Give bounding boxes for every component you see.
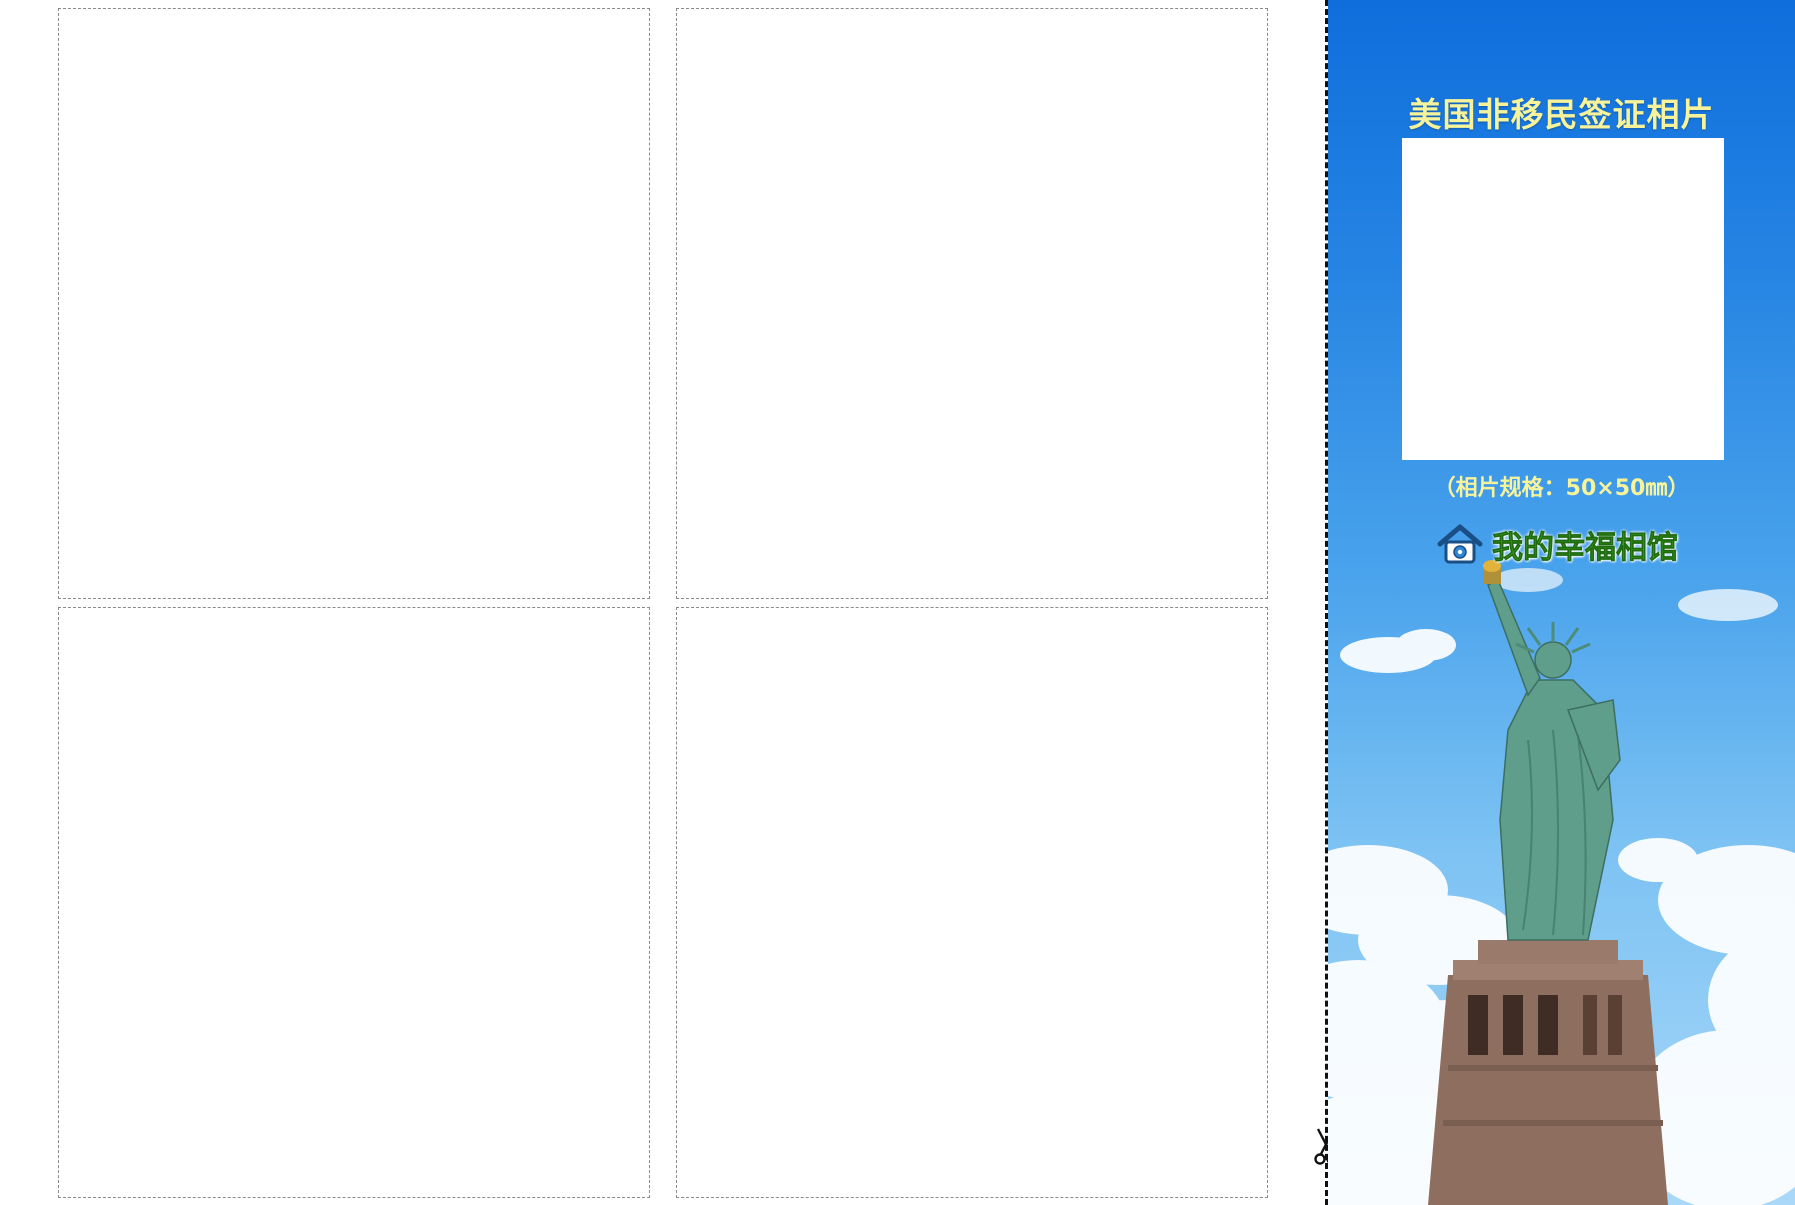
statue-of-liberty-image	[1328, 560, 1795, 1205]
visa-info-panel: 美国非移民签证相片 （相片规格：50×50㎜） 我的幸福相馆	[1328, 0, 1795, 1205]
photo-print-sheet: 美国非移民签证相片 （相片规格：50×50㎜） 我的幸福相馆	[0, 0, 1795, 1205]
studio-brand: 我的幸福相馆	[1436, 516, 1678, 572]
photo-slot-4[interactable]	[676, 607, 1268, 1198]
photo-slot-1[interactable]	[58, 8, 650, 599]
photo-slot-2[interactable]	[676, 8, 1268, 599]
house-icon	[1437, 524, 1483, 564]
visa-photo-frame[interactable]	[1402, 138, 1724, 460]
photo-spec-text: （相片规格：50×50㎜）	[1433, 476, 1690, 501]
brand-name: 我的幸福相馆	[1492, 529, 1679, 566]
panel-title: 美国非移民签证相片	[1408, 95, 1715, 134]
photo-slot-3[interactable]	[58, 607, 650, 1198]
